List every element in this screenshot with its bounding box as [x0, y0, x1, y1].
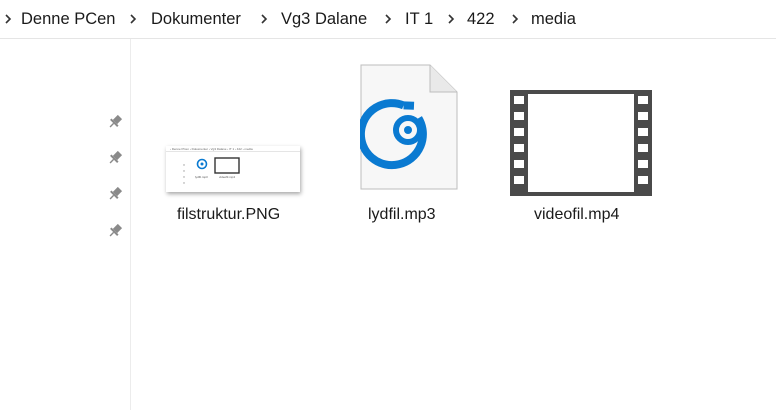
file-name-label[interactable]: filstruktur.PNG: [177, 205, 280, 225]
video-file-icon: [510, 90, 652, 196]
pin-icon[interactable]: [106, 185, 124, 203]
chevron-right-icon[interactable]: [128, 10, 138, 28]
audio-file-icon: [360, 64, 458, 190]
chevron-right-icon[interactable]: [510, 10, 520, 28]
chevron-right-icon[interactable]: [259, 10, 269, 28]
breadcrumb-item-it-1[interactable]: IT 1: [405, 9, 433, 29]
chevron-right-icon[interactable]: [383, 10, 393, 28]
pin-icon[interactable]: [106, 149, 124, 167]
chevron-right-icon[interactable]: [3, 10, 13, 28]
breadcrumb: Denne PCen Dokumenter Vg3 Dalane IT 1 42…: [0, 0, 776, 39]
breadcrumb-item-media[interactable]: media: [531, 9, 576, 29]
breadcrumb-item-dokumenter[interactable]: Dokumenter: [151, 9, 241, 29]
breadcrumb-item-422[interactable]: 422: [467, 9, 495, 29]
file-name-label[interactable]: videofil.mp4: [534, 205, 619, 225]
pin-icon[interactable]: [106, 222, 124, 240]
breadcrumb-item-denne-pcen[interactable]: Denne PCen: [21, 9, 115, 29]
pin-icon[interactable]: [106, 113, 124, 131]
file-name-label[interactable]: lydfil.mp3: [368, 205, 436, 225]
thumbnail-preview: [183, 157, 240, 184]
image-thumbnail-icon: › Denne PCen › Dokumenter › Vg3 Dalane ›…: [166, 146, 300, 192]
pane-divider[interactable]: [130, 39, 131, 410]
chevron-right-icon[interactable]: [446, 10, 456, 28]
breadcrumb-item-vg3-dalane[interactable]: Vg3 Dalane: [281, 9, 367, 29]
